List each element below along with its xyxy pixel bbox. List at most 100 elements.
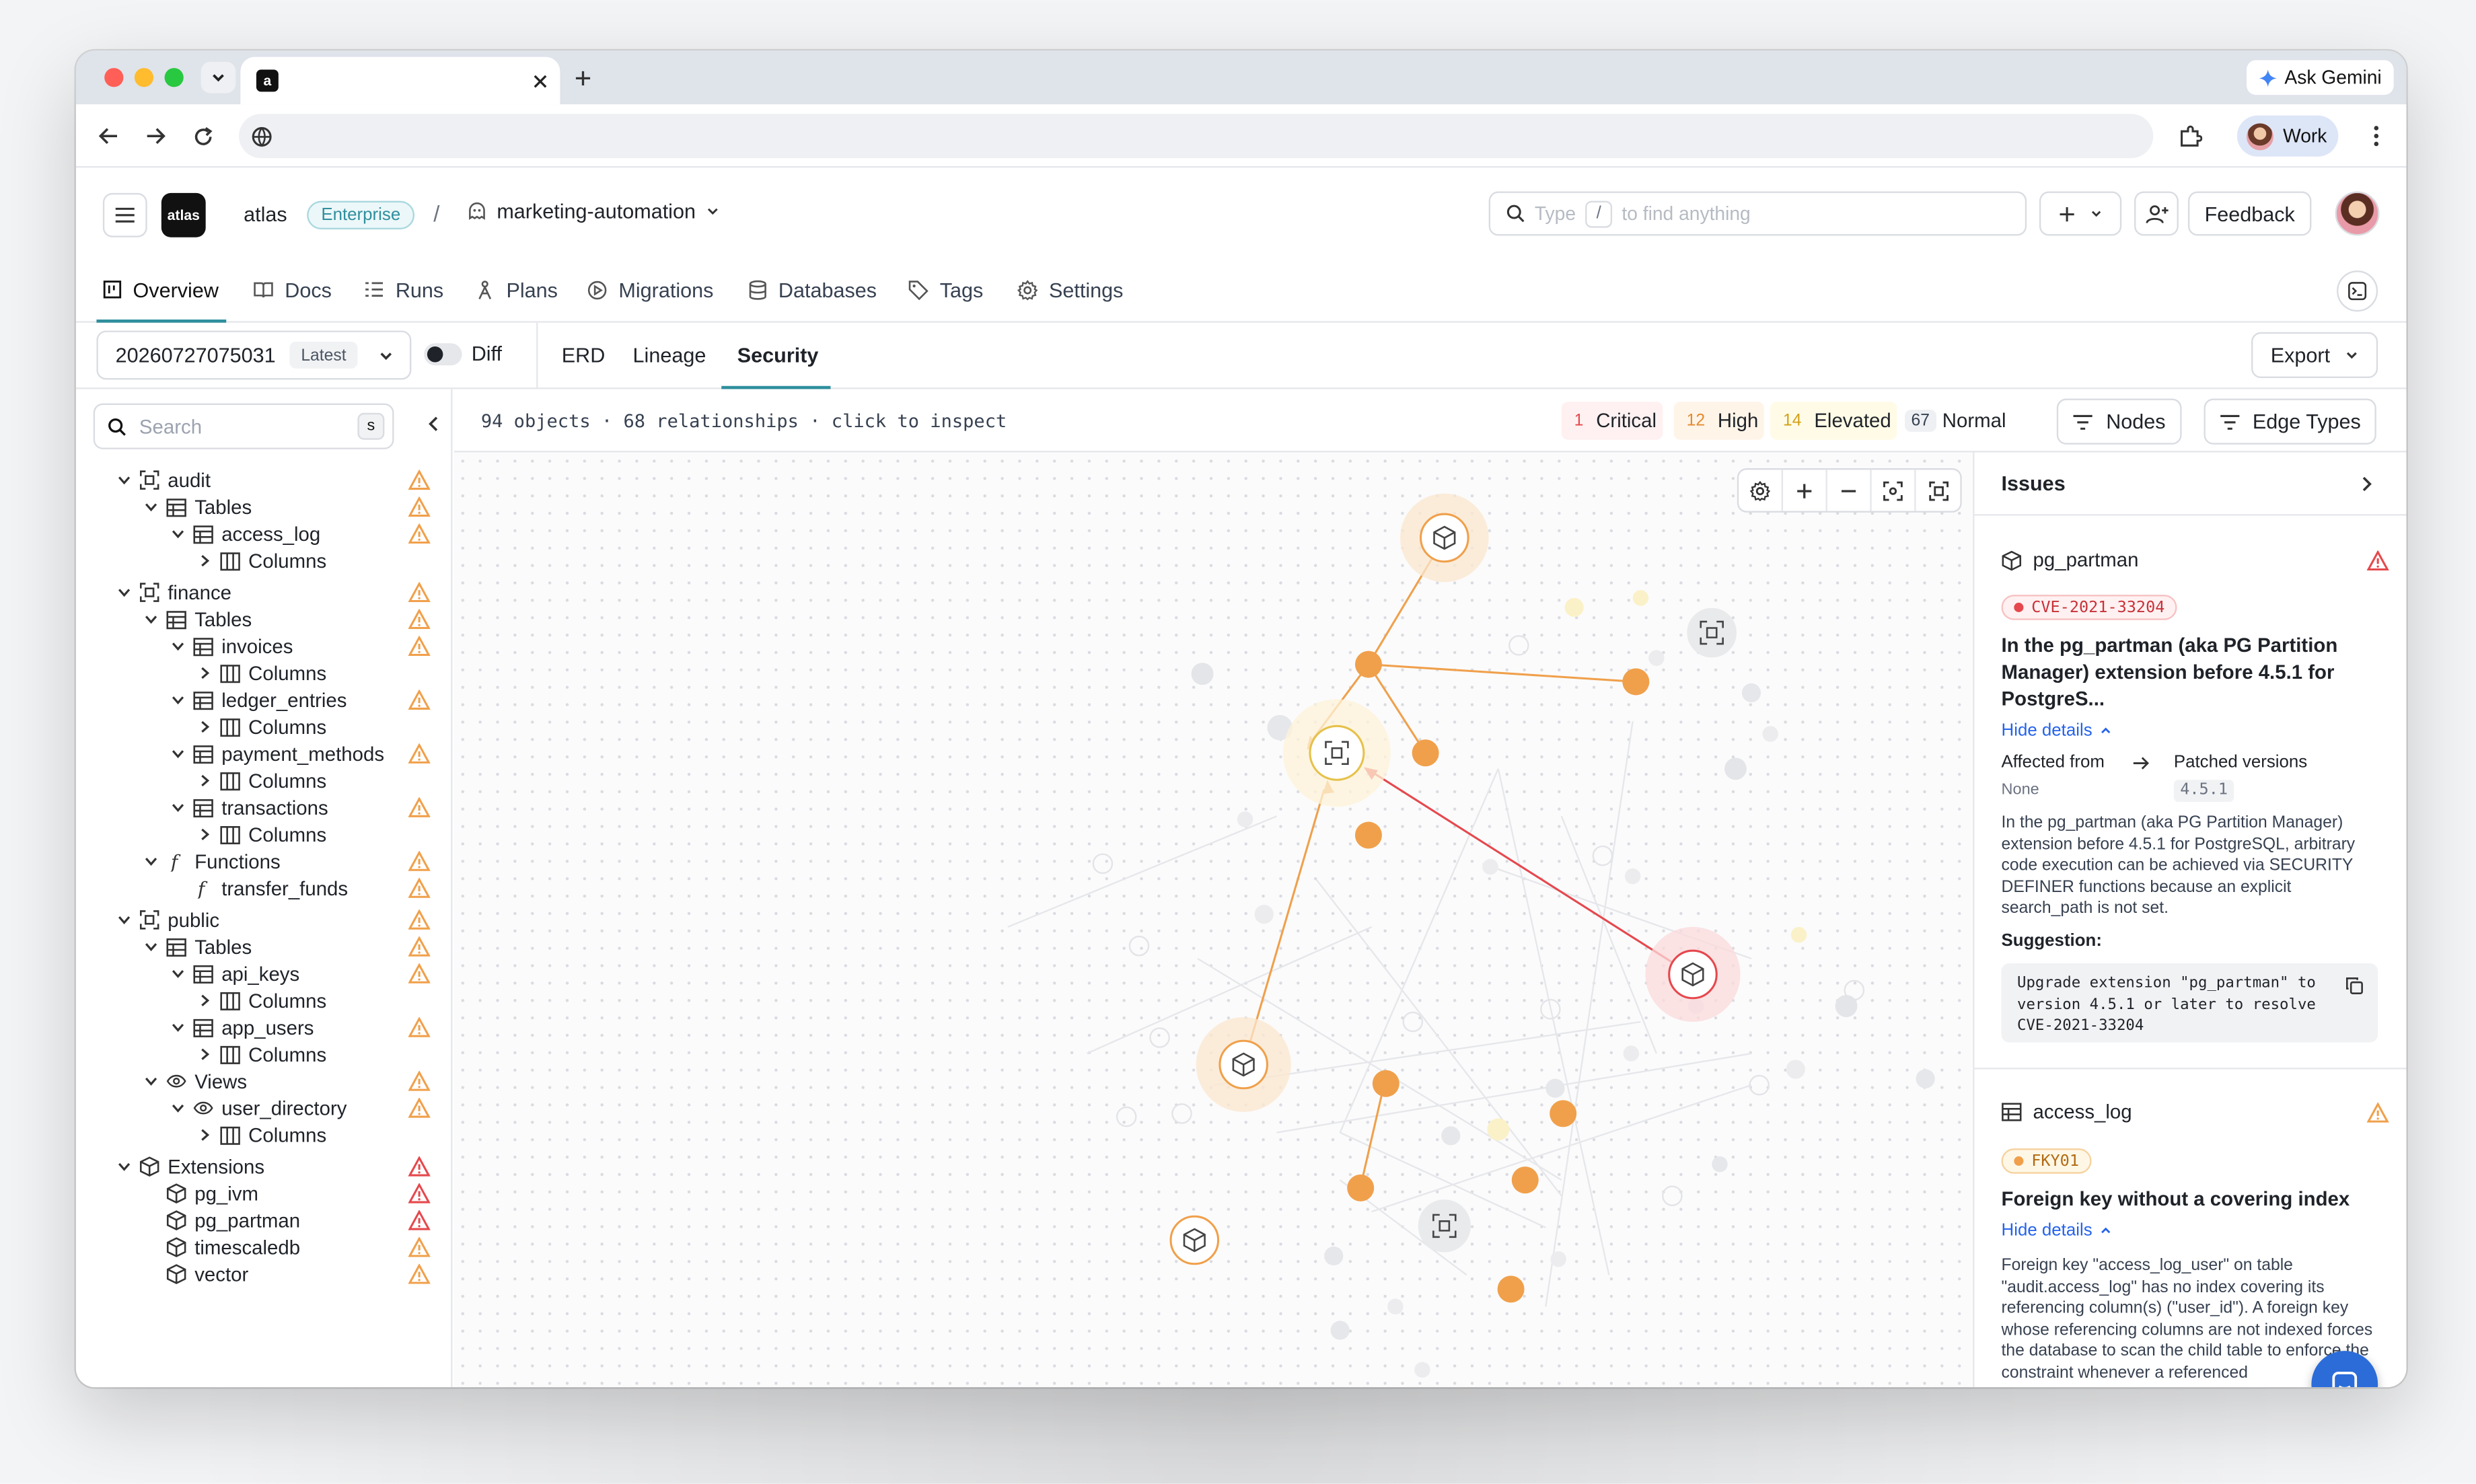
graph-node[interactable]: [1412, 739, 1439, 767]
graph-node[interactable]: [1550, 1100, 1577, 1127]
feedback-button[interactable]: Feedback: [2187, 191, 2312, 236]
export-button[interactable]: Export: [2251, 332, 2378, 378]
issues-header[interactable]: Issues: [1974, 453, 2407, 516]
nav-overview[interactable]: Overview: [103, 256, 219, 323]
tree-item-columns[interactable]: Columns: [196, 1041, 326, 1068]
graph-node-faint-icon[interactable]: [1402, 1011, 1424, 1033]
tab-list-button[interactable]: [201, 61, 236, 94]
new-tab-icon[interactable]: [570, 65, 595, 90]
version-select[interactable]: 20260727075031 Latest: [96, 330, 412, 380]
graph-node-faint-icon[interactable]: [1171, 1103, 1192, 1124]
schema-node[interactable]: [1687, 607, 1737, 658]
graph-node-faint[interactable]: [1441, 1126, 1461, 1146]
diff-switch[interactable]: [424, 342, 462, 365]
copy-icon[interactable]: [2345, 976, 2364, 995]
chevron-right-icon[interactable]: [196, 827, 213, 843]
graph-node[interactable]: [1497, 1275, 1525, 1303]
graph-node-faint-icon[interactable]: [1092, 853, 1114, 875]
hide-details-toggle[interactable]: Hide details: [2002, 1221, 2113, 1240]
chevron-right-icon[interactable]: [196, 1046, 213, 1062]
issue-card[interactable]: access_log FKY01 Foreign key without a c…: [1975, 1070, 2407, 1388]
severity-high[interactable]: 12 High: [1673, 402, 1765, 440]
graph-node-faint-icon[interactable]: [1662, 1185, 1683, 1206]
graph-node-faint[interactable]: [1487, 1118, 1510, 1141]
graph-node-faint[interactable]: [1254, 905, 1274, 924]
tree-item-columns[interactable]: Columns: [196, 821, 326, 848]
tree-item-columns[interactable]: Columns: [196, 1121, 326, 1148]
tab-lineage[interactable]: Lineage: [633, 343, 706, 367]
graph-node-faint[interactable]: [1624, 868, 1641, 885]
tree-item-pg_partman[interactable]: pg_partman: [143, 1207, 300, 1234]
tree-item-columns[interactable]: Columns: [196, 660, 326, 687]
tree-item-columns[interactable]: Columns: [196, 548, 326, 574]
chevron-right-icon[interactable]: [196, 773, 213, 789]
chevron-right-icon[interactable]: [196, 665, 213, 681]
hide-details-toggle[interactable]: Hide details: [2002, 721, 2113, 740]
graph-node[interactable]: [1622, 668, 1650, 696]
nav-databases[interactable]: Databases: [748, 256, 877, 323]
chevron-right-icon[interactable]: [196, 553, 213, 569]
tree-item-access_log[interactable]: access_log: [170, 521, 320, 548]
chevron-down-icon[interactable]: [116, 1158, 132, 1175]
chevron-down-icon[interactable]: [143, 1073, 159, 1089]
graph-node-faint[interactable]: [1324, 1246, 1344, 1266]
tree-item-columns[interactable]: Columns: [196, 713, 326, 740]
graph-node-faint[interactable]: [1648, 650, 1665, 666]
tree-item-pg_ivm[interactable]: pg_ivm: [143, 1180, 258, 1207]
tree-item-public[interactable]: public: [116, 906, 219, 933]
tree-item-api_keys[interactable]: api_keys: [170, 960, 299, 987]
security-graph-canvas[interactable]: [453, 452, 1973, 1388]
chevron-down-icon[interactable]: [170, 526, 186, 542]
extensions-icon[interactable]: [2174, 120, 2206, 152]
chevron-down-icon[interactable]: [170, 966, 186, 982]
tree-item-user_directory[interactable]: user_directory: [170, 1095, 347, 1121]
nodes-filter-button[interactable]: Nodes: [2056, 398, 2182, 445]
graph-node[interactable]: [1347, 1174, 1375, 1201]
nav-docs[interactable]: Docs: [253, 256, 332, 323]
graph-node[interactable]: [1354, 821, 1382, 849]
graph-node-faint[interactable]: [1482, 858, 1498, 875]
browser-menu-icon[interactable]: [2364, 120, 2389, 152]
graph-node-faint[interactable]: [1550, 1251, 1566, 1267]
nav-settings[interactable]: Settings: [1017, 256, 1123, 323]
graph-node-faint[interactable]: [1564, 597, 1584, 618]
graph-node[interactable]: [1372, 1070, 1399, 1097]
nav-tags[interactable]: Tags: [908, 256, 983, 323]
tree-item-views[interactable]: Views: [143, 1068, 247, 1095]
severity-normal[interactable]: 67 Normal: [1899, 402, 2012, 439]
graph-node-faint-icon[interactable]: [1592, 845, 1613, 866]
graph-settings-button[interactable]: [1739, 470, 1784, 511]
tree-item-tables[interactable]: Tables: [143, 494, 252, 521]
nav-migrations[interactable]: Migrations: [587, 256, 713, 323]
browser-tab[interactable]: a: [240, 57, 560, 105]
sidebar-search-input[interactable]: Search s: [93, 403, 394, 449]
address-bar[interactable]: [239, 114, 2154, 159]
minimize-window-button[interactable]: [134, 68, 154, 87]
graph-node-faint[interactable]: [1623, 1045, 1640, 1062]
graph-node-faint[interactable]: [1237, 811, 1253, 827]
nav-runs[interactable]: Runs: [364, 256, 443, 323]
issue-object[interactable]: access_log: [2002, 1101, 2132, 1123]
chevron-right-icon[interactable]: [196, 719, 213, 735]
chevron-right-icon[interactable]: [196, 993, 213, 1009]
schema-node[interactable]: [1309, 725, 1365, 781]
site-info-icon[interactable]: [250, 125, 272, 147]
graph-node-faint[interactable]: [1330, 1321, 1350, 1340]
nav-plans[interactable]: Plans: [474, 256, 558, 323]
fullscreen-button[interactable]: [1916, 470, 1961, 511]
chevron-down-icon[interactable]: [170, 746, 186, 762]
user-avatar[interactable]: [2335, 191, 2380, 236]
chevron-down-icon[interactable]: [170, 800, 186, 816]
create-button[interactable]: [2039, 191, 2122, 236]
graph-node-faint[interactable]: [1916, 1069, 1935, 1088]
forward-icon[interactable]: [139, 120, 171, 152]
chevron-down-icon[interactable]: [170, 1100, 186, 1116]
graph-node-faint-icon[interactable]: [1128, 935, 1150, 957]
graph-node-faint[interactable]: [1712, 1156, 1728, 1173]
menu-toggle-button[interactable]: [102, 192, 147, 237]
zoom-in-button[interactable]: [1783, 470, 1827, 511]
graph-node[interactable]: [1511, 1166, 1539, 1194]
graph-node-faint[interactable]: [1790, 926, 1807, 943]
graph-node-faint-icon[interactable]: [1508, 635, 1529, 656]
graph-node[interactable]: [1354, 651, 1382, 678]
